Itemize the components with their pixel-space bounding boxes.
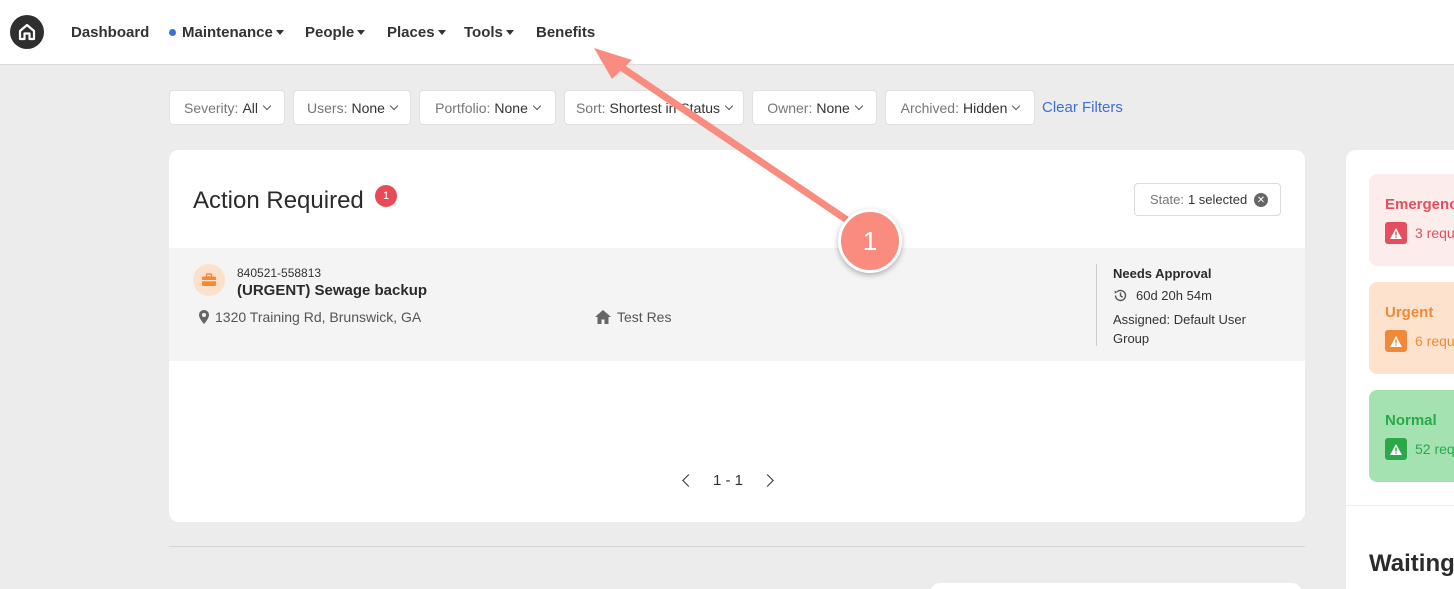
- row-divider: [1096, 264, 1097, 346]
- active-indicator-dot: [169, 29, 176, 36]
- request-status: Needs Approval: [1113, 266, 1212, 281]
- caret-down-icon: [437, 30, 446, 35]
- severity-label: Emergency: [1385, 196, 1454, 213]
- house-icon: [595, 310, 611, 324]
- chevron-down-icon: [532, 101, 542, 110]
- chevron-right-icon[interactable]: [761, 474, 774, 487]
- severity-emergency-card[interactable]: Emergency 3 requests: [1369, 174, 1454, 266]
- count-badge: 1: [375, 185, 397, 207]
- caret-down-icon: [505, 30, 514, 35]
- severity-panel: Emergency 3 requests Urgent 6 requests N…: [1346, 150, 1454, 589]
- card-title: Action Required: [193, 187, 364, 214]
- chevron-down-icon: [854, 101, 864, 110]
- page-range: 1 - 1: [713, 472, 744, 489]
- history-icon: [1113, 288, 1128, 303]
- clear-filters-link[interactable]: Clear Filters: [1042, 99, 1123, 116]
- warning-icon: [1385, 222, 1407, 244]
- request-title[interactable]: (URGENT) Sewage backup: [237, 282, 427, 299]
- briefcase-icon: [193, 264, 225, 296]
- chevron-down-icon: [262, 101, 272, 110]
- filter-users[interactable]: Users: None: [293, 90, 411, 125]
- severity-normal-card[interactable]: Normal 52 requests: [1369, 390, 1454, 482]
- severity-count: 3 requests: [1415, 225, 1454, 241]
- warning-icon: [1385, 330, 1407, 352]
- severity-count: 6 requests: [1415, 333, 1454, 349]
- caret-down-icon: [275, 30, 284, 35]
- panel-divider: [1346, 505, 1454, 506]
- nav-tools[interactable]: Tools: [464, 24, 514, 41]
- nav-places[interactable]: Places: [387, 24, 446, 41]
- filter-sort[interactable]: Sort: Shortest in Status: [564, 90, 744, 125]
- filter-severity[interactable]: Severity: All: [169, 90, 285, 125]
- filter-owner[interactable]: Owner: None: [752, 90, 877, 125]
- pagination: 1 - 1: [682, 472, 774, 489]
- warning-icon: [1385, 438, 1407, 460]
- nav-maintenance[interactable]: Maintenance: [169, 24, 284, 41]
- assigned-group: Assigned: Default User Group: [1113, 312, 1246, 346]
- annotation-marker: 1: [838, 209, 902, 273]
- home-logo-icon[interactable]: [10, 15, 44, 49]
- section-divider: [169, 546, 1305, 547]
- chevron-down-icon: [389, 101, 399, 110]
- action-required-card: Action Required 1 State: 1 selected ✕ 840…: [169, 150, 1305, 522]
- time-in-status: 60d 20h 54m: [1113, 288, 1212, 303]
- next-card-edge: [930, 583, 1302, 589]
- severity-urgent-card[interactable]: Urgent 6 requests: [1369, 282, 1454, 374]
- severity-count: 52 requests: [1415, 441, 1454, 457]
- caret-down-icon: [357, 30, 366, 35]
- waiting-title: Waiting: [1369, 550, 1454, 577]
- request-id: 840521-558813: [237, 266, 322, 280]
- chevron-down-icon: [1012, 101, 1021, 110]
- filter-archived[interactable]: Archived: Hidden: [885, 90, 1035, 125]
- nav-benefits[interactable]: Benefits: [536, 24, 595, 41]
- chevron-down-icon: [724, 101, 734, 110]
- top-navbar: Dashboard Maintenance People Places Tool…: [0, 0, 1454, 65]
- severity-label: Normal: [1385, 412, 1437, 429]
- filter-portfolio[interactable]: Portfolio: None: [419, 90, 556, 125]
- nav-dashboard[interactable]: Dashboard: [71, 24, 149, 41]
- close-icon[interactable]: ✕: [1254, 193, 1268, 207]
- request-row[interactable]: 840521-558813 (URGENT) Sewage backup 132…: [169, 248, 1305, 361]
- severity-label: Urgent: [1385, 304, 1434, 321]
- request-property: Test Res: [595, 309, 671, 325]
- map-pin-icon: [199, 310, 209, 324]
- request-address: 1320 Training Rd, Brunswick, GA: [199, 309, 421, 325]
- state-filter-chip[interactable]: State: 1 selected ✕: [1134, 183, 1281, 216]
- nav-people[interactable]: People: [305, 24, 366, 41]
- chevron-left-icon[interactable]: [682, 474, 695, 487]
